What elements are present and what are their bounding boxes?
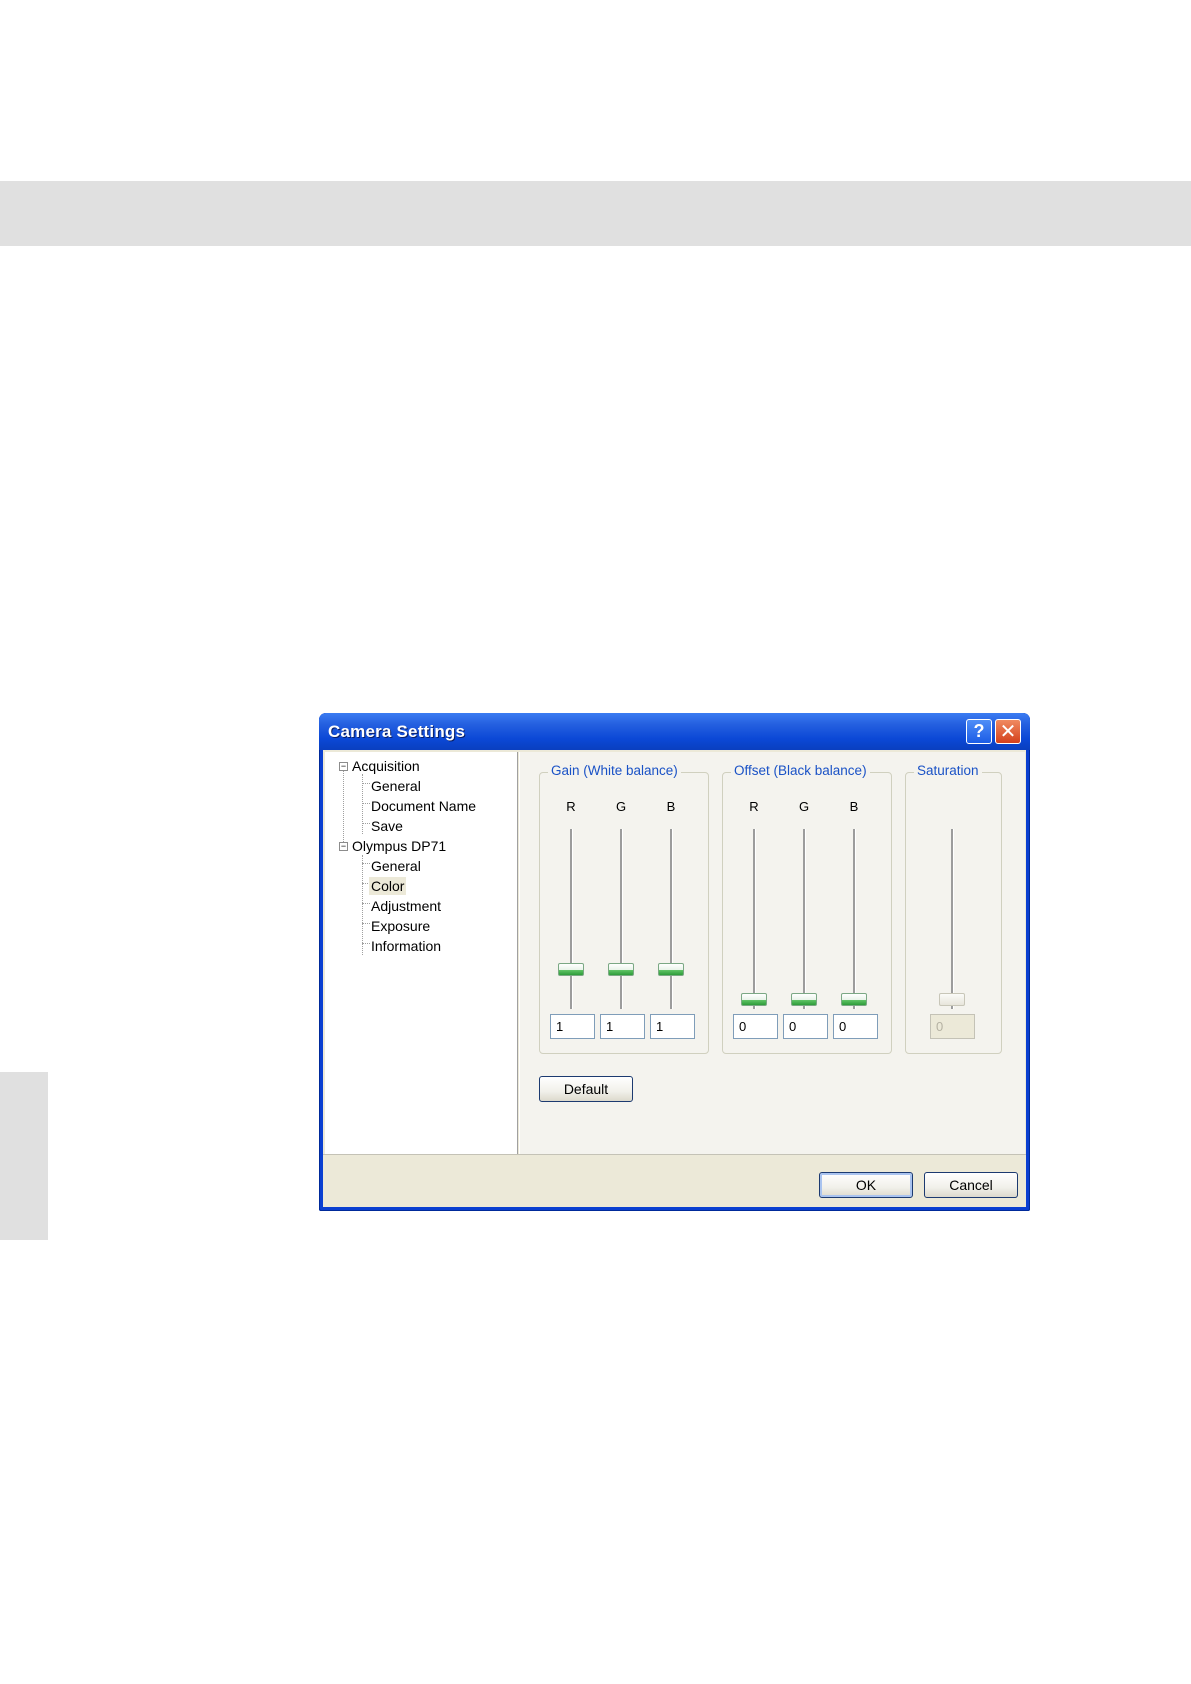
gain-group: Gain (White balance) R G B 1 1 1 xyxy=(539,763,709,1054)
close-button[interactable]: ✕ xyxy=(995,719,1021,744)
gain-g-label: G xyxy=(615,799,627,814)
bottom-separator xyxy=(323,1154,1026,1155)
tree-connector xyxy=(362,855,363,955)
dialog-title-bar[interactable]: Camera Settings ? ✕ xyxy=(319,713,1030,750)
gain-b-slider-thumb[interactable] xyxy=(658,963,684,976)
tree-item-adjustment[interactable]: Adjustment xyxy=(371,897,441,915)
collapse-icon[interactable]: − xyxy=(339,842,348,851)
help-button[interactable]: ? xyxy=(966,719,992,744)
saturation-group: Saturation 0 xyxy=(905,763,1002,1054)
offset-r-slider-thumb[interactable] xyxy=(741,993,767,1006)
tree-item-document-name[interactable]: Document Name xyxy=(371,797,476,815)
offset-r-label: R xyxy=(749,799,759,814)
dialog-client-area: − Acquisition General Document Name Save… xyxy=(323,750,1026,1207)
gain-r-slider-track[interactable] xyxy=(570,829,573,1009)
offset-b-slider-thumb[interactable] xyxy=(841,993,867,1006)
tree-connector xyxy=(362,943,370,944)
saturation-input: 0 xyxy=(930,1014,975,1039)
saturation-slider-track xyxy=(951,829,954,1009)
gain-b-label: B xyxy=(666,799,676,814)
offset-r-slider-track[interactable] xyxy=(753,829,756,1009)
gain-r-slider-thumb[interactable] xyxy=(558,963,584,976)
default-button[interactable]: Default xyxy=(539,1076,633,1102)
saturation-slider-thumb xyxy=(939,993,965,1006)
tree-item-camera-general[interactable]: General xyxy=(371,857,421,875)
tree-item-exposure[interactable]: Exposure xyxy=(371,917,430,935)
tree-connector xyxy=(362,863,370,864)
gain-b-input[interactable]: 1 xyxy=(650,1014,695,1039)
offset-b-label: B xyxy=(849,799,859,814)
tree-connector xyxy=(362,823,370,824)
saturation-group-title: Saturation xyxy=(914,763,982,778)
offset-b-input[interactable]: 0 xyxy=(833,1014,878,1039)
page-header-band xyxy=(0,181,1191,246)
tree-item-acquisition[interactable]: Acquisition xyxy=(352,757,420,775)
offset-r-input[interactable]: 0 xyxy=(733,1014,778,1039)
tree-item-save[interactable]: Save xyxy=(371,817,403,835)
tree-connector xyxy=(362,923,370,924)
page-side-tab xyxy=(0,1072,48,1240)
collapse-icon[interactable]: − xyxy=(339,762,348,771)
settings-tree[interactable]: − Acquisition General Document Name Save… xyxy=(325,752,518,1154)
offset-g-slider-thumb[interactable] xyxy=(791,993,817,1006)
offset-group: Offset (Black balance) R G B 0 0 0 xyxy=(722,763,892,1054)
camera-settings-dialog: Camera Settings ? ✕ − Acquisition Genera… xyxy=(319,713,1030,1211)
offset-g-label: G xyxy=(798,799,810,814)
tree-connector xyxy=(362,783,370,784)
color-settings-pane: Gain (White balance) R G B 1 1 1 Offset … xyxy=(519,752,1025,1154)
dialog-title: Camera Settings xyxy=(328,722,466,741)
tree-item-olympus-dp71[interactable]: Olympus DP71 xyxy=(352,837,446,855)
offset-g-slider-track[interactable] xyxy=(803,829,806,1009)
tree-item-acquisition-general[interactable]: General xyxy=(371,777,421,795)
close-icon: ✕ xyxy=(999,721,1017,743)
gain-g-slider-track[interactable] xyxy=(620,829,623,1009)
tree-connector xyxy=(343,770,344,844)
gain-g-input[interactable]: 1 xyxy=(600,1014,645,1039)
ok-button[interactable]: OK xyxy=(819,1172,913,1198)
gain-g-slider-thumb[interactable] xyxy=(608,963,634,976)
tree-item-information[interactable]: Information xyxy=(371,937,441,955)
tree-connector xyxy=(362,903,370,904)
help-icon: ? xyxy=(973,721,985,741)
gain-r-input[interactable]: 1 xyxy=(550,1014,595,1039)
gain-group-title: Gain (White balance) xyxy=(548,763,681,778)
cancel-button[interactable]: Cancel xyxy=(924,1172,1018,1198)
offset-group-title: Offset (Black balance) xyxy=(731,763,870,778)
gain-b-slider-track[interactable] xyxy=(670,829,673,1009)
offset-b-slider-track[interactable] xyxy=(853,829,856,1009)
offset-g-input[interactable]: 0 xyxy=(783,1014,828,1039)
gain-r-label: R xyxy=(566,799,576,814)
tree-item-color[interactable]: Color xyxy=(369,877,407,895)
tree-connector xyxy=(362,803,370,804)
